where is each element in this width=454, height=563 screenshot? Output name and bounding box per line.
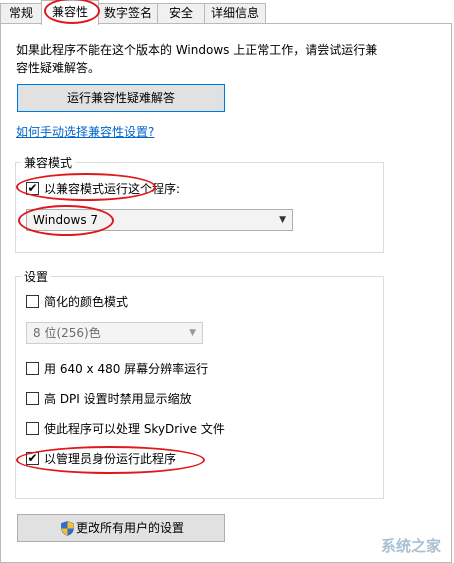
run-troubleshooter-button[interactable]: 运行兼容性疑难解答 xyxy=(17,84,225,112)
high-dpi-checkbox[interactable] xyxy=(26,392,39,405)
compat-mode-checkbox-label: 以兼容模式运行这个程序: xyxy=(44,182,181,196)
compatibility-panel: 如果此程序不能在这个版本的 Windows 上正常工作，请尝试运行兼 容性疑难解… xyxy=(0,23,452,563)
manual-compat-settings-link[interactable]: 如何手动选择兼容性设置? xyxy=(16,123,154,140)
change-all-users-label: 更改所有用户的设置 xyxy=(75,521,184,535)
compat-mode-group xyxy=(15,162,384,253)
high-dpi-label: 高 DPI 设置时禁用显示缩放 xyxy=(44,392,192,406)
color-depth-selected: 8 位(256)色 xyxy=(33,326,101,340)
tab-security[interactable]: 安全 xyxy=(157,3,205,24)
compat-mode-legend: 兼容模式 xyxy=(21,154,76,171)
change-all-users-button[interactable]: 更改所有用户的设置 xyxy=(17,514,225,542)
intro-text-line2: 容性疑难解答。 xyxy=(16,61,101,75)
watermark: 系统之家 xyxy=(380,537,441,555)
tab-strip: 常规 兼容性 数字签名 安全 详细信息 xyxy=(0,0,454,25)
reduced-color-checkbox[interactable] xyxy=(26,295,39,308)
reduced-color-label: 简化的颜色模式 xyxy=(44,295,129,309)
tab-digital-signatures[interactable]: 数字签名 xyxy=(98,3,158,24)
chevron-down-icon: ▼ xyxy=(279,215,286,225)
skydrive-label: 使此程序可以处理 SkyDrive 文件 xyxy=(44,422,225,436)
res-640-label: 用 640 x 480 屏幕分辨率运行 xyxy=(44,362,209,376)
chevron-down-icon: ▼ xyxy=(189,328,196,338)
tab-general[interactable]: 常规 xyxy=(0,3,42,24)
run-as-admin-checkbox[interactable]: ✔ xyxy=(26,452,39,465)
res-640-checkbox[interactable] xyxy=(26,362,39,375)
color-depth-dropdown[interactable]: 8 位(256)色 ▼ xyxy=(26,322,203,344)
skydrive-checkbox[interactable] xyxy=(26,422,39,435)
os-version-dropdown[interactable]: Windows 7 ▼ xyxy=(26,209,293,231)
compat-mode-checkbox[interactable]: ✔ xyxy=(26,182,39,195)
settings-legend: 设置 xyxy=(21,268,52,285)
os-version-selected: Windows 7 xyxy=(33,213,99,227)
uac-shield-icon xyxy=(61,521,74,536)
tab-compatibility[interactable]: 兼容性 xyxy=(41,0,99,25)
tab-details[interactable]: 详细信息 xyxy=(204,3,266,24)
run-as-admin-label: 以管理员身份运行此程序 xyxy=(44,452,177,466)
intro-text-line1: 如果此程序不能在这个版本的 Windows 上正常工作，请尝试运行兼 xyxy=(16,43,378,57)
